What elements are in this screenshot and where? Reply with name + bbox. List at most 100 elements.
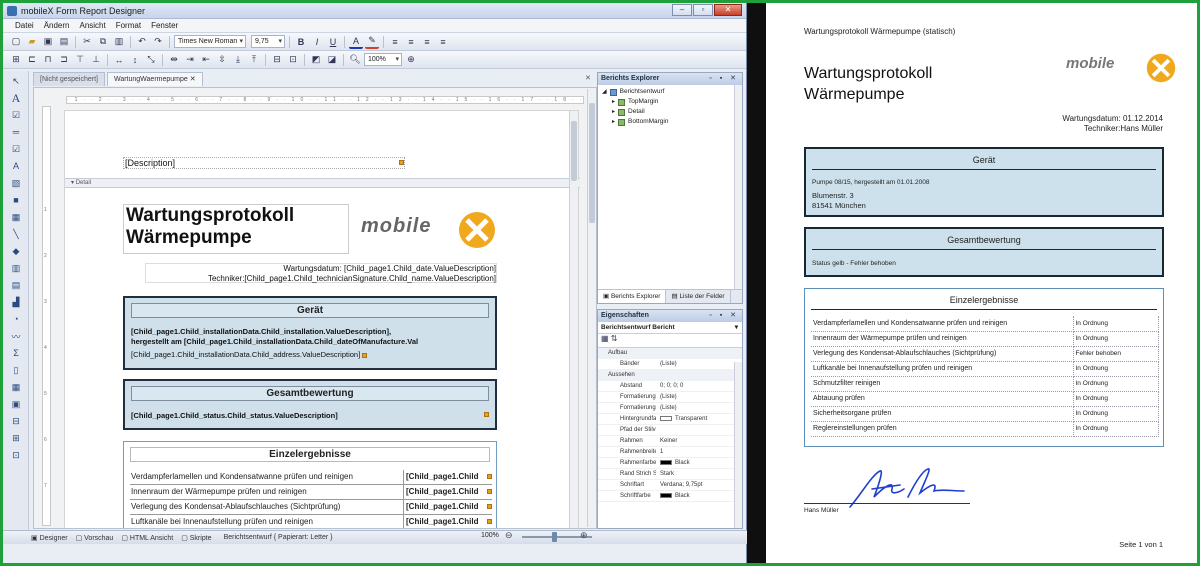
zoom-combo[interactable]: 100% [364, 53, 402, 66]
tab-field-list[interactable]: ▤ Liste der Felder [666, 290, 731, 303]
tree-item-detail[interactable]: ▸ Detail [602, 107, 738, 117]
tab-report-explorer[interactable]: ▣ Berichts Explorer [598, 290, 667, 303]
band-detail-header[interactable]: ▾ Detail [65, 178, 580, 188]
property-row[interactable]: Bänder (Liste) [598, 359, 742, 370]
tree-root[interactable]: ◢ Berichtsentwurf [602, 87, 738, 97]
close-button[interactable]: ✕ [714, 4, 742, 16]
properties-panel-buttons[interactable]: ▫ ▪ ✕ [709, 310, 739, 321]
band-collapse-icon[interactable]: ▾ [71, 180, 74, 186]
zoom-plus-icon[interactable]: ⊕ [580, 530, 588, 541]
object-selector[interactable]: Berichtsentwurf Bericht ▾ [598, 322, 742, 334]
row-smart-tag-icon[interactable] [487, 489, 492, 494]
hspacing-inc-icon[interactable]: ⇥ [183, 53, 197, 67]
font-size-combo[interactable]: 9,75 [251, 35, 285, 48]
property-row[interactable]: Rahmen Keiner [598, 436, 742, 447]
property-row[interactable]: Schriftfarbe Black [598, 491, 742, 502]
zoom-in-icon[interactable]: ⊕ [404, 53, 418, 67]
tab-unsaved[interactable]: [Nicht gespeichert] [33, 72, 105, 86]
gesamt-panel[interactable]: Gesamtbewertung [Child_page1.Child_statu… [123, 379, 497, 430]
property-category[interactable]: Aufbau [598, 348, 742, 359]
row-smart-tag-icon[interactable] [487, 504, 492, 509]
tab-close-icon[interactable]: ✕ [190, 76, 196, 83]
expand-icon[interactable]: ▸ [612, 117, 615, 127]
maximize-button[interactable]: ▫ [693, 4, 713, 16]
checkbox-label-icon[interactable]: ☑ [8, 108, 24, 122]
pageinfo-tool-icon[interactable]: ▯ [8, 363, 24, 377]
designer-einzel-row[interactable]: Luftkanäle bei Innenaufstellung prüfen u… [130, 515, 492, 528]
save-icon[interactable]: ▣ [41, 35, 55, 49]
hspacing-icon[interactable]: ⇹ [167, 53, 181, 67]
panel-tool-icon[interactable]: ■ [8, 193, 24, 207]
sparkline-tool-icon[interactable]: 〰 [8, 329, 24, 343]
preview-tab[interactable]: ▢ Vorschau [76, 534, 114, 542]
crossband-line-icon[interactable]: ⊞ [8, 431, 24, 445]
align-lefts-icon[interactable]: ⊏ [25, 53, 39, 67]
property-row[interactable]: Rahmenbreite 1 [598, 447, 742, 458]
bring-front-icon[interactable]: ◩ [309, 53, 323, 67]
sum-tool-icon[interactable]: Σ [8, 346, 24, 360]
address-smart-tag-icon[interactable] [362, 352, 368, 358]
explorer-panel-buttons[interactable]: ▫ ▪ ✕ [709, 73, 739, 84]
open-folder-icon[interactable]: ▰ [25, 35, 39, 49]
italic-icon[interactable]: I [310, 35, 324, 49]
row-smart-tag-icon[interactable] [487, 474, 492, 479]
new-file-icon[interactable]: ▢ [9, 35, 23, 49]
tab-wartung[interactable]: WartungWaermepumpe ✕ [106, 72, 203, 86]
menu-datei[interactable]: Datei [15, 21, 34, 30]
back-color-icon[interactable]: ✎ [365, 35, 379, 49]
gesamt-field[interactable]: [Child_page1.Child_status.Child_status.V… [131, 411, 489, 420]
zoom-slider-thumb[interactable] [552, 532, 557, 542]
date-tech-field[interactable]: Wartungsdatum: [Child_page1.Child_date.V… [145, 263, 497, 283]
save-all-icon[interactable]: ▤ [57, 35, 71, 49]
explorer-scrollbar[interactable] [734, 85, 742, 289]
cut-icon[interactable]: ✂ [80, 35, 94, 49]
property-category[interactable]: Aussehen [598, 370, 742, 381]
shape-tool-icon[interactable]: ◆ [8, 244, 24, 258]
align-right-icon[interactable]: ≡ [420, 35, 434, 49]
vspacing-icon[interactable]: ⇳ [215, 53, 229, 67]
barcode-tool-icon[interactable]: ▥ [8, 261, 24, 275]
tab-list-close-icon[interactable]: ✕ [585, 74, 591, 82]
same-height-icon[interactable]: ↕ [128, 53, 142, 67]
align-rights-icon[interactable]: ⊐ [57, 53, 71, 67]
tree-item-topmargin[interactable]: ▸ TopMargin [602, 97, 738, 107]
center-h-icon[interactable]: ⊟ [270, 53, 284, 67]
property-row[interactable]: Formatierungsr (Liste) [598, 403, 742, 414]
zoom-minus-icon[interactable]: ⊖ [505, 530, 513, 541]
properties-scrollbar[interactable] [734, 362, 742, 528]
collapse-icon[interactable]: ◢ [602, 87, 607, 97]
picture-tool-icon[interactable]: ▧ [8, 176, 24, 190]
row-smart-tag-icon[interactable] [487, 519, 492, 524]
pagebreak-tool-icon[interactable]: ⊟ [8, 414, 24, 428]
pivot-tool-icon[interactable]: ▦ [8, 380, 24, 394]
align-left-icon[interactable]: ≡ [388, 35, 402, 49]
checkbox-tool-icon[interactable]: ☑ [8, 142, 24, 156]
center-v-icon[interactable]: ⊡ [286, 53, 300, 67]
bold-icon[interactable]: B [294, 35, 308, 49]
zoom-out-icon[interactable]: 🔍︎ [348, 53, 362, 67]
gesamt-smart-tag-icon[interactable] [484, 412, 489, 417]
categorized-icon[interactable]: ▦ [601, 334, 609, 343]
title-field[interactable]: Wartungsprotokoll Wärmepumpe [123, 204, 349, 254]
line-draw-icon[interactable]: ╲ [8, 227, 24, 241]
einzel-panel[interactable]: Einzelergebnisse Verdampferlamellen und … [123, 441, 497, 528]
vspacing-inc-icon[interactable]: ⤓ [231, 53, 245, 67]
tree-item-bottommargin[interactable]: ▸ BottomMargin [602, 117, 738, 127]
html-tab[interactable]: ▢ HTML Ansicht [121, 534, 173, 542]
undo-icon[interactable]: ↶ [135, 35, 149, 49]
minimize-button[interactable]: – [672, 4, 692, 16]
geraet-panel[interactable]: Gerät [Child_page1.Child_installationDat… [123, 296, 497, 370]
align-center-icon[interactable]: ≡ [404, 35, 418, 49]
crossband-box-icon[interactable]: ⊡ [8, 448, 24, 462]
chart-tool-icon[interactable]: ▟ [8, 295, 24, 309]
table-tool-icon[interactable]: ▦ [8, 210, 24, 224]
align-tops-icon[interactable]: ⊤ [73, 53, 87, 67]
redo-icon[interactable]: ↷ [151, 35, 165, 49]
designer-einzel-row[interactable]: Verdampferlamellen und Kondensatwanne pr… [130, 470, 492, 485]
property-row[interactable]: Pfad der Stilvorl [598, 425, 742, 436]
expand-icon[interactable]: ▸ [612, 107, 615, 117]
menu-format[interactable]: Format [116, 21, 141, 30]
copy-icon[interactable]: ⧉ [96, 35, 110, 49]
smart-tag-icon[interactable] [399, 160, 404, 165]
address-field[interactable]: [Child_page1.Child_installationData.Chil… [131, 350, 411, 359]
